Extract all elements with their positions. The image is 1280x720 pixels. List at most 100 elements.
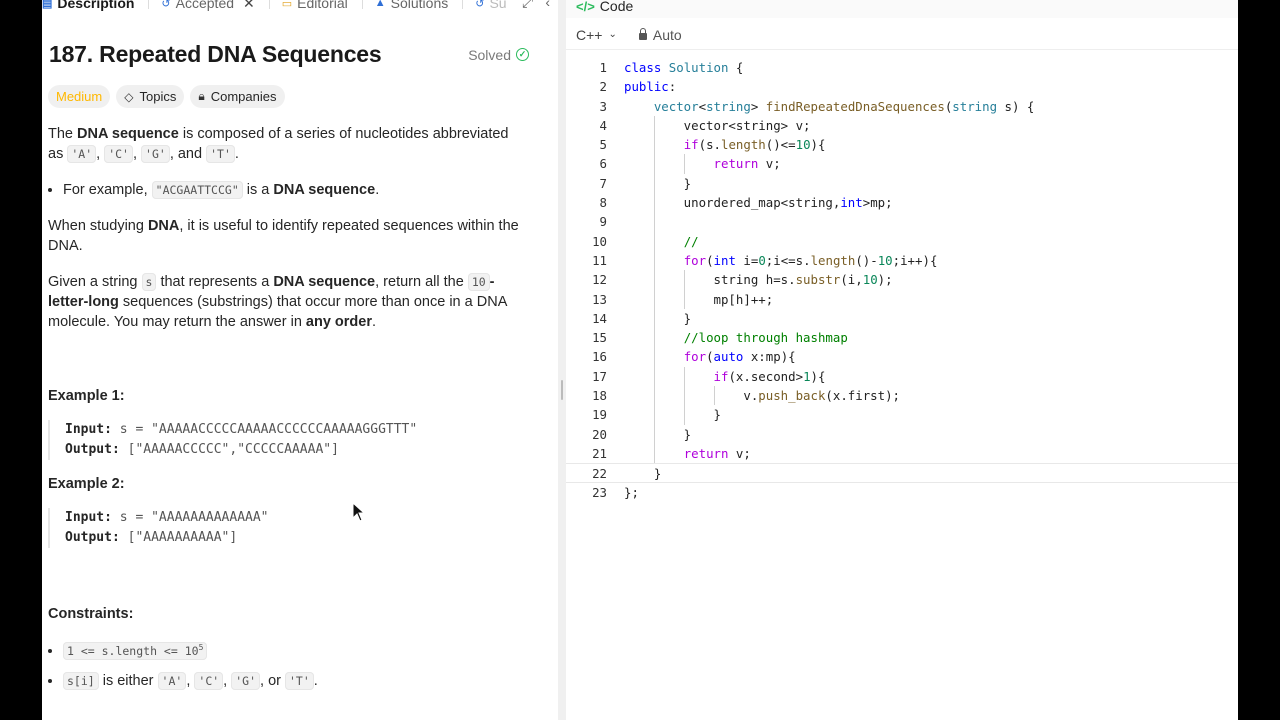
problem-title[interactable]: 187. Repeated DNA Sequences — [49, 41, 382, 68]
text: is a — [242, 182, 274, 198]
expand-icon[interactable]: ⤢ — [522, 0, 533, 11]
line-number: 9 — [599, 214, 607, 230]
list-item: 1 <= s.length <= 105 — [63, 638, 526, 661]
code-line[interactable]: 6 return v; — [566, 154, 1238, 174]
code-line[interactable]: 11 for(int i=0;i<=s.length()-10;i++){ — [566, 250, 1238, 271]
mode-label: Auto — [652, 26, 682, 43]
example-input: Input: s = "AAAAACCCCCAAAAACCCCCCAAAAAGG… — [65, 420, 526, 440]
code-line[interactable]: 12 string h=s.substr(i,10); — [566, 270, 1238, 290]
code-line[interactable]: 10 // — [566, 231, 1238, 251]
text: For example, — [63, 182, 152, 198]
code-line-current[interactable]: 22 } — [566, 463, 1238, 483]
tab-accepted[interactable]: ↺ Accepted ✕ — [161, 0, 254, 12]
history-icon: ↺ — [475, 0, 485, 10]
code-snippet: "ACGAATTCCG" — [151, 181, 243, 199]
code-line[interactable]: 8 unordered_map<string,int>mp; — [566, 193, 1238, 213]
code-text: string h=s.substr(i,10); — [624, 272, 893, 288]
code-line[interactable]: 18 v.push_back(x.first); — [566, 386, 1238, 406]
topics-label: Topics — [139, 89, 177, 104]
code-snippet: 'A' — [157, 671, 187, 690]
tab-editorial[interactable]: ▭ Editorial — [282, 0, 348, 11]
auto-mode-toggle[interactable]: Auto — [638, 26, 682, 43]
tab-description-label: Description — [57, 0, 135, 11]
problem-tags: Medium ◇ Topics 🔒︎ Companies — [48, 85, 285, 108]
code-text: return v; — [683, 445, 751, 461]
line-number: 5 — [599, 137, 607, 153]
line-number: 18 — [592, 388, 607, 404]
code-snippet: 'G' — [141, 145, 170, 163]
code-line[interactable]: 17 if(x.second>1){ — [566, 366, 1238, 387]
code-line[interactable]: 19 } — [566, 405, 1238, 425]
code-line[interactable]: 3 vector<string> findRepeatedDnaSequence… — [566, 97, 1238, 116]
code-line[interactable]: 16 for(auto x:mp){ — [566, 347, 1238, 367]
code-line[interactable]: 5 if(s.length()<=10){ — [566, 135, 1238, 155]
tab-accepted-label: Accepted — [175, 0, 235, 11]
book-icon: ▭ — [281, 0, 293, 10]
solved-label: Solved — [468, 46, 511, 63]
code-text: for(int i=0;i<=s.length()-10;i++){ — [683, 252, 938, 268]
line-number: 14 — [592, 310, 607, 326]
code-line[interactable]: 13 mp[h]++; — [566, 289, 1238, 309]
text: . — [375, 182, 380, 198]
example-input: Input: s = "AAAAAAAAAAAAA" — [65, 508, 526, 528]
code-line[interactable]: 21 return v; — [566, 443, 1238, 464]
line-number: 4 — [599, 117, 607, 133]
code-line[interactable]: 15 //loop through hashmap — [566, 328, 1238, 348]
close-icon[interactable]: ✕ — [243, 0, 255, 12]
code-line[interactable]: 4 vector<string> v; — [566, 115, 1238, 136]
code-line[interactable]: 9 — [566, 212, 1238, 232]
document-icon: ▤ — [42, 0, 53, 10]
text: . — [234, 146, 239, 162]
text: , — [132, 146, 142, 162]
code-line[interactable]: 14 } — [566, 308, 1238, 329]
title-row: 187. Repeated DNA Sequences Solved ✓ — [49, 41, 529, 68]
output-value: ["AAAAAAAAAA"] — [127, 530, 238, 545]
topics-button[interactable]: ◇ Topics — [116, 85, 185, 108]
code-text: }; — [624, 484, 639, 500]
tab-solutions[interactable]: ▲ Solutions — [375, 0, 448, 11]
constraints-title: Constraints: — [48, 606, 134, 622]
code-text: public: — [624, 79, 677, 95]
example-output: Output: ["AAAAAAAAAA"] — [65, 528, 526, 548]
code-snippet: 'C' — [104, 145, 133, 163]
code-icon: </> — [576, 0, 595, 14]
code-text: } — [624, 310, 692, 326]
code-line[interactable]: 1 class Solution { — [566, 58, 1238, 77]
panel-resize-handle[interactable] — [558, 0, 566, 720]
code-editor[interactable]: 1 class Solution { 2 public: 3 vector<stri… — [566, 58, 1238, 502]
code-snippet: 'A' — [67, 145, 97, 163]
code-line[interactable]: 20 } — [566, 424, 1238, 444]
language-selector[interactable]: C++ ⌄ — [576, 27, 617, 43]
code-line[interactable]: 7 } — [566, 173, 1238, 194]
code-line[interactable]: 23}; — [566, 483, 1238, 502]
history-icon: ↺ — [161, 0, 171, 10]
difficulty-label: Medium — [56, 89, 103, 104]
bold-text: any order — [305, 314, 373, 330]
bold-text: DNA sequence — [273, 182, 376, 198]
chevron-left-icon[interactable]: ‹ — [545, 0, 550, 11]
code-text: v.push_back(x.first); — [624, 388, 901, 404]
text: , and — [169, 146, 207, 162]
code-text: if(s.length()<=10){ — [683, 137, 826, 153]
mouse-cursor — [352, 501, 366, 527]
tab-submissions[interactable]: ↺ Su — [475, 0, 506, 11]
lock-icon: 🔒︎ — [198, 89, 205, 103]
companies-button[interactable]: 🔒︎ Companies — [190, 85, 285, 108]
code-line[interactable]: 2 public: — [566, 77, 1238, 96]
tab-description[interactable]: ▤ Description — [42, 0, 134, 11]
code-text: return v; — [713, 156, 781, 172]
text: , return all the — [375, 274, 468, 290]
code-text: for(auto x:mp){ — [683, 349, 796, 365]
line-number: 15 — [592, 330, 607, 346]
description-paragraph: Given a string s that represents a DNA s… — [48, 272, 526, 332]
line-number: 23 — [592, 484, 607, 500]
line-number: 13 — [592, 291, 607, 307]
tab-divider — [462, 0, 464, 9]
input-label: Input: — [65, 510, 112, 525]
list-item: For example, "ACGAATTCCG" is a DNA seque… — [63, 180, 526, 200]
code-header-title: Code — [599, 0, 634, 14]
code-snippet: 'T' — [206, 145, 235, 163]
solved-status: Solved ✓ — [468, 47, 529, 63]
code-text: vector<string> findRepeatedDnaSequences(… — [653, 98, 1035, 114]
line-number: 6 — [599, 156, 607, 172]
